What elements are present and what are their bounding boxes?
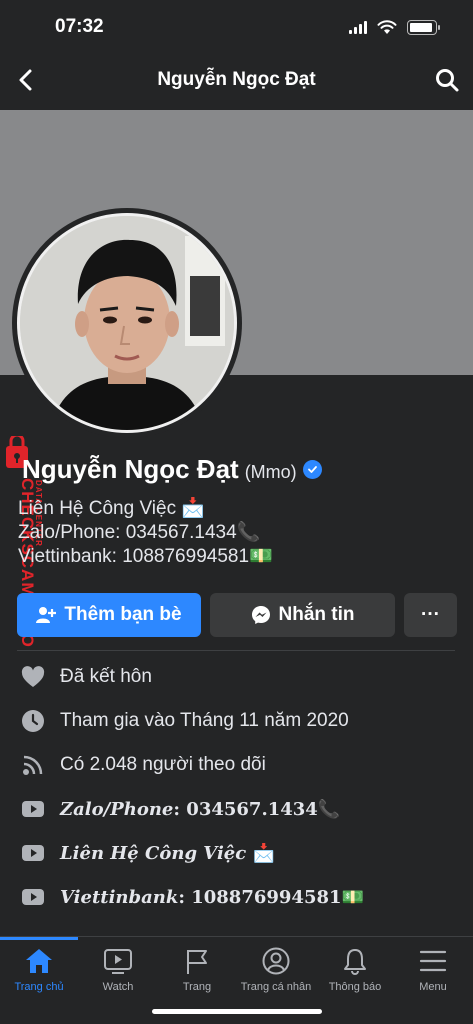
link-text: Liên Hệ Công Việc 📩 — [60, 843, 275, 864]
home-icon — [26, 949, 52, 973]
tab-label: Menu — [419, 981, 447, 993]
search-icon[interactable] — [433, 66, 461, 94]
battery-icon — [407, 20, 440, 35]
section-divider — [17, 650, 455, 651]
heart-icon — [20, 664, 46, 690]
link-text: Zalo/Phone: 034567.1434📞 — [60, 799, 340, 820]
home-indicator[interactable] — [152, 1009, 322, 1014]
profile-name: Nguyễn Ngọc Đạt — [22, 454, 239, 484]
bio-line: Viettinbank: 108876994581💵 — [18, 546, 273, 567]
add-friend-icon — [36, 607, 57, 623]
verified-badge-icon — [302, 460, 322, 479]
messenger-icon — [251, 606, 270, 624]
tab-label: Trang cá nhân — [240, 981, 312, 993]
more-button[interactable]: ··· — [404, 593, 457, 637]
status-bar: 07:32 — [0, 0, 473, 52]
message-button[interactable]: Nhắn tin — [210, 593, 395, 637]
bell-icon — [344, 949, 366, 975]
profile-avatar[interactable] — [12, 208, 242, 438]
profile-details: Đã kết hôn Tham gia vào Tháng 11 năm 202… — [20, 655, 460, 919]
profile-icon — [262, 947, 290, 975]
tab-label: Trang chủ — [14, 981, 64, 993]
detail-text: Có 2.048 người theo dõi — [60, 754, 266, 775]
cellular-signal-icon — [349, 21, 367, 34]
status-time: 07:32 — [55, 16, 104, 37]
tab-pages[interactable]: Trang — [158, 947, 236, 1003]
tab-label: Watch — [102, 981, 134, 993]
flag-icon — [187, 950, 207, 974]
detail-followers[interactable]: Có 2.048 người theo dõi — [20, 743, 460, 787]
detail-text: Tham gia vào Tháng 11 năm 2020 — [60, 710, 349, 731]
profile-alternate-name: (Mmo) — [244, 462, 297, 482]
battery-fill — [410, 23, 432, 32]
add-friend-button[interactable]: Thêm bạn bè — [17, 593, 201, 637]
youtube-icon — [20, 796, 46, 822]
link-bank[interactable]: Viettinbank: 108876994581💵 — [20, 875, 460, 919]
profile-actions: Thêm bạn bè Nhắn tin ··· — [17, 593, 457, 637]
link-value: : 108876994581💵 — [178, 886, 364, 908]
link-value: : 034567.1434📞 — [173, 798, 341, 820]
status-icons — [349, 20, 440, 35]
more-icon: ··· — [421, 604, 440, 625]
tab-notifications[interactable]: Thông báo — [316, 947, 394, 1003]
add-friend-label: Thêm bạn bè — [64, 604, 182, 625]
tab-label: Trang — [182, 981, 212, 993]
link-label: Liên Hệ Công Việc — [60, 842, 247, 864]
clock-icon — [20, 708, 46, 734]
link-contact[interactable]: Liên Hệ Công Việc 📩 — [20, 831, 460, 875]
link-text: Viettinbank: 108876994581💵 — [60, 887, 364, 908]
profile-bio: Liên Hệ Công Việc 📩 Zalo/Phone: 034567.1… — [18, 497, 273, 569]
detail-joined: Tham gia vào Tháng 11 năm 2020 — [20, 699, 460, 743]
link-label: Viettinbank — [60, 886, 179, 908]
tab-watch[interactable]: Watch — [79, 947, 157, 1003]
tab-menu[interactable]: Menu — [394, 947, 472, 1003]
detail-text: Đã kết hôn — [60, 666, 152, 687]
avatar-photo — [17, 213, 237, 433]
avatar-illustration — [20, 216, 234, 430]
profile-name-row: Nguyễn Ngọc Đạt (Mmo) — [22, 454, 322, 485]
bio-line: Zalo/Phone: 034567.1434📞 — [18, 522, 261, 543]
tab-home[interactable]: Trang chủ — [0, 947, 78, 1003]
page-title: Nguyễn Ngọc Đạt — [157, 69, 316, 90]
watch-icon — [104, 949, 132, 974]
active-tab-indicator — [0, 937, 78, 940]
detail-relationship: Đã kết hôn — [20, 655, 460, 699]
youtube-icon — [20, 884, 46, 910]
message-label: Nhắn tin — [278, 604, 355, 625]
link-zalo[interactable]: Zalo/Phone: 034567.1434📞 — [20, 787, 460, 831]
tab-profile[interactable]: Trang cá nhân — [237, 947, 315, 1003]
wifi-icon — [377, 20, 397, 34]
bio-line: Liên Hệ Công Việc 📩 — [18, 498, 206, 519]
link-value: 📩 — [246, 842, 275, 864]
rss-icon — [20, 752, 46, 778]
youtube-icon — [20, 840, 46, 866]
nav-header: Nguyễn Ngọc Đạt — [0, 52, 473, 108]
menu-icon — [419, 950, 447, 972]
tab-label: Thông báo — [328, 981, 382, 993]
link-label: Zalo/Phone — [60, 798, 174, 820]
